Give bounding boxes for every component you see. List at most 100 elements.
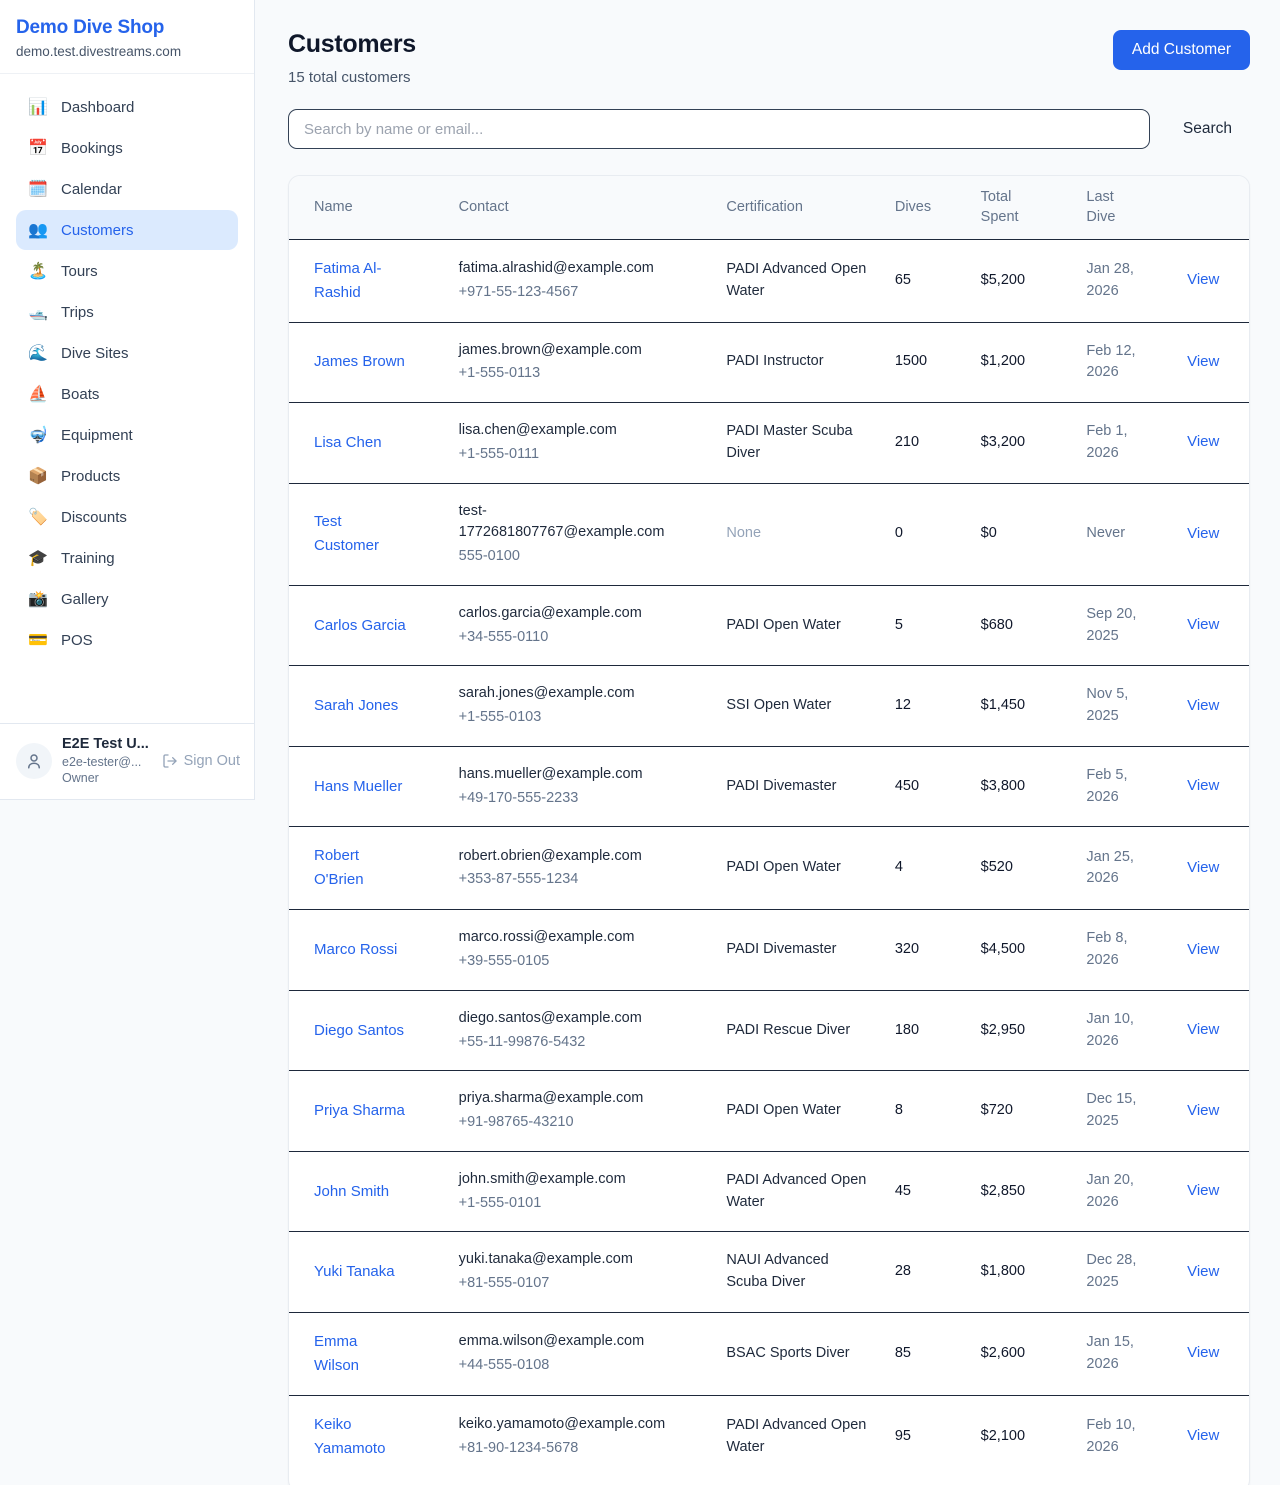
sign-out-label: Sign Out	[184, 753, 240, 769]
search-button[interactable]: Search	[1177, 119, 1238, 139]
view-link[interactable]: View	[1187, 1263, 1219, 1280]
sidebar-item-boats[interactable]: ⛵ Boats	[16, 374, 238, 414]
main-content: Customers 15 total customers Add Custome…	[255, 0, 1280, 1485]
equipment-icon: 🤿	[28, 425, 48, 445]
customer-dives: 95	[883, 1395, 969, 1478]
sidebar-item-pos[interactable]: 💳 POS	[16, 620, 238, 660]
trips-icon: 🛥️	[28, 302, 48, 322]
view-link[interactable]: View	[1187, 1021, 1219, 1038]
add-customer-button[interactable]: Add Customer	[1113, 30, 1250, 70]
customer-total-spent: $0	[969, 483, 1075, 585]
view-link[interactable]: View	[1187, 697, 1219, 714]
view-link[interactable]: View	[1187, 941, 1219, 958]
customer-dives: 450	[883, 746, 969, 827]
customer-name-link[interactable]: Lisa Chen	[314, 431, 382, 455]
customer-total-spent: $2,600	[969, 1312, 1075, 1395]
view-link[interactable]: View	[1187, 1182, 1219, 1199]
customer-phone: +1-555-0103	[459, 707, 703, 729]
sign-out-button[interactable]: Sign Out	[162, 753, 240, 769]
customer-name-link[interactable]: James Brown	[314, 350, 405, 374]
sidebar-item-dive-sites[interactable]: 🌊 Dive Sites	[16, 333, 238, 373]
user-role: Owner	[62, 771, 152, 785]
customer-name-link[interactable]: Marco Rossi	[314, 938, 397, 962]
customer-certification: PADI Open Water	[714, 585, 883, 666]
customer-email: robert.obrien@example.com	[459, 846, 671, 868]
customer-email: diego.santos@example.com	[459, 1008, 671, 1030]
customer-total-spent: $1,200	[969, 322, 1075, 403]
customer-name-link[interactable]: Emma Wilson	[314, 1330, 406, 1378]
customer-last-dive: Dec 15, 2025	[1074, 1071, 1175, 1152]
customer-total-spent: $2,950	[969, 990, 1075, 1071]
customers-icon: 👥	[28, 220, 48, 240]
customer-email: hans.mueller@example.com	[459, 764, 671, 786]
customer-name-link[interactable]: John Smith	[314, 1180, 389, 1204]
customer-total-spent: $520	[969, 827, 1075, 910]
view-link[interactable]: View	[1187, 353, 1219, 370]
customer-dives: 8	[883, 1071, 969, 1152]
view-link[interactable]: View	[1187, 859, 1219, 876]
customer-name-link[interactable]: Carlos Garcia	[314, 614, 406, 638]
pos-icon: 💳	[28, 630, 48, 650]
customer-certification: PADI Divemaster	[714, 910, 883, 991]
customer-certification: PADI Instructor	[714, 322, 883, 403]
customer-name-link[interactable]: Test Customer	[314, 510, 406, 558]
customer-total-spent: $4,500	[969, 910, 1075, 991]
sidebar-item-discounts[interactable]: 🏷️ Discounts	[16, 497, 238, 537]
table-row: Priya Sharma priya.sharma@example.com +9…	[289, 1071, 1249, 1152]
view-link[interactable]: View	[1187, 1102, 1219, 1119]
customer-email: yuki.tanaka@example.com	[459, 1249, 671, 1271]
customer-phone: +39-555-0105	[459, 951, 703, 973]
customer-name-link[interactable]: Keiko Yamamoto	[314, 1413, 406, 1461]
sidebar-item-training[interactable]: 🎓 Training	[16, 538, 238, 578]
customer-email: sarah.jones@example.com	[459, 683, 671, 705]
customer-name-link[interactable]: Priya Sharma	[314, 1099, 405, 1123]
table-header-row: Name Contact Certification Dives Total S…	[289, 176, 1249, 239]
page-header: Customers 15 total customers Add Custome…	[288, 30, 1250, 86]
customer-email: test-1772681807767@example.com	[459, 501, 671, 545]
sidebar-item-equipment[interactable]: 🤿 Equipment	[16, 415, 238, 455]
customer-name-link[interactable]: Diego Santos	[314, 1019, 404, 1043]
customer-name-link[interactable]: Sarah Jones	[314, 694, 398, 718]
view-link[interactable]: View	[1187, 271, 1219, 288]
sidebar-item-dashboard[interactable]: 📊 Dashboard	[16, 87, 238, 127]
col-header-last-dive: Last Dive	[1074, 176, 1175, 239]
customer-name-link[interactable]: Robert O'Brien	[314, 844, 406, 892]
table-row: Hans Mueller hans.mueller@example.com +4…	[289, 746, 1249, 827]
sidebar-item-calendar[interactable]: 🗓️ Calendar	[16, 169, 238, 209]
customer-certification: NAUI Advanced Scuba Diver	[714, 1232, 883, 1313]
customer-phone: +81-555-0107	[459, 1273, 703, 1295]
sidebar-item-bookings[interactable]: 📅 Bookings	[16, 128, 238, 168]
table-row: Keiko Yamamoto keiko.yamamoto@example.co…	[289, 1395, 1249, 1478]
customer-dives: 4	[883, 827, 969, 910]
customer-last-dive: Jan 25, 2026	[1074, 827, 1175, 910]
col-header-dives: Dives	[883, 176, 969, 239]
sidebar-item-products[interactable]: 📦 Products	[16, 456, 238, 496]
customer-name-link[interactable]: Fatima Al-Rashid	[314, 257, 406, 305]
view-link[interactable]: View	[1187, 616, 1219, 633]
sidebar-item-tours[interactable]: 🏝️ Tours	[16, 251, 238, 291]
discounts-icon: 🏷️	[28, 507, 48, 527]
customer-name-link[interactable]: Hans Mueller	[314, 775, 402, 799]
customer-email: keiko.yamamoto@example.com	[459, 1414, 671, 1436]
sidebar-item-trips[interactable]: 🛥️ Trips	[16, 292, 238, 332]
view-link[interactable]: View	[1187, 1344, 1219, 1361]
search-input[interactable]	[288, 109, 1150, 149]
customer-total-spent: $680	[969, 585, 1075, 666]
customer-total-spent: $5,200	[969, 239, 1075, 322]
view-link[interactable]: View	[1187, 525, 1219, 542]
customer-last-dive: Feb 8, 2026	[1074, 910, 1175, 991]
view-link[interactable]: View	[1187, 433, 1219, 450]
brand-block: Demo Dive Shop demo.test.divestreams.com	[0, 0, 254, 74]
customer-dives: 85	[883, 1312, 969, 1395]
customer-dives: 320	[883, 910, 969, 991]
table-row: Robert O'Brien robert.obrien@example.com…	[289, 827, 1249, 910]
customer-email: john.smith@example.com	[459, 1169, 671, 1191]
sidebar-item-gallery[interactable]: 📸 Gallery	[16, 579, 238, 619]
sidebar-item-customers[interactable]: 👥 Customers	[16, 210, 238, 250]
customer-certification: BSAC Sports Diver	[714, 1312, 883, 1395]
customer-dives: 28	[883, 1232, 969, 1313]
view-link[interactable]: View	[1187, 1427, 1219, 1444]
customer-name-link[interactable]: Yuki Tanaka	[314, 1260, 395, 1284]
table-row: Carlos Garcia carlos.garcia@example.com …	[289, 585, 1249, 666]
view-link[interactable]: View	[1187, 777, 1219, 794]
